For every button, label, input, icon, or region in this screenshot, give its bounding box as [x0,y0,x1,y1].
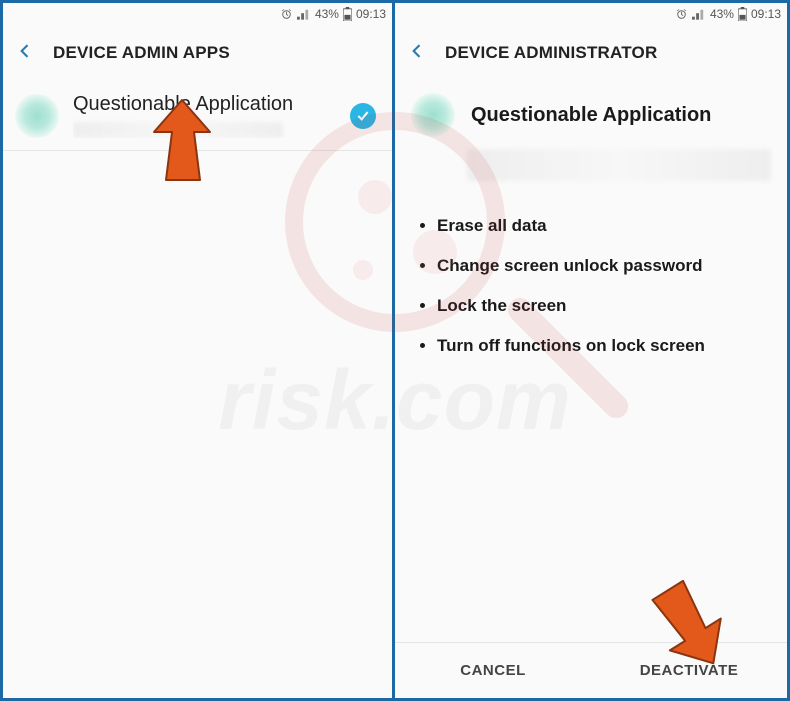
battery-icon [343,7,352,21]
signal-icon [692,8,706,20]
screen-admin-apps: 43% 09:13 DEVICE ADMIN APPS Questionable… [0,0,395,701]
app-description-blurred [467,149,771,181]
cancel-button[interactable]: CANCEL [395,643,591,698]
permission-item: Change screen unlock password [437,255,761,277]
app-icon [411,93,455,137]
status-bar: 43% 09:13 [3,3,392,25]
screen-admin-detail: 43% 09:13 DEVICE ADMINISTRATOR Questiona… [395,0,790,701]
battery-icon [738,7,747,21]
app-name: Questionable Application [73,93,336,116]
status-time: 09:13 [751,7,781,21]
status-bar: 43% 09:13 [395,3,787,25]
permission-item: Turn off functions on lock screen [437,335,761,357]
battery-pct: 43% [710,7,734,21]
button-bar: CANCEL DEACTIVATE [395,642,787,698]
page-title: DEVICE ADMINISTRATOR [445,43,657,63]
checked-icon [350,103,376,129]
app-header: Questionable Application [395,81,787,149]
app-icon [15,94,59,138]
battery-pct: 43% [315,7,339,21]
status-time: 09:13 [356,7,386,21]
signal-icon [297,8,311,20]
alarm-icon [675,8,688,21]
back-icon[interactable] [15,41,35,66]
back-icon[interactable] [407,41,427,66]
header: DEVICE ADMINISTRATOR [395,25,787,81]
page-title: DEVICE ADMIN APPS [53,43,230,63]
header: DEVICE ADMIN APPS [3,25,392,81]
alarm-icon [280,8,293,21]
app-list-item[interactable]: Questionable Application [3,81,392,151]
deactivate-button[interactable]: DEACTIVATE [591,643,787,698]
permission-item: Lock the screen [437,295,761,317]
permission-item: Erase all data [437,215,761,237]
permission-list: Erase all data Change screen unlock pass… [395,189,787,375]
app-subtitle-blurred [73,122,283,138]
app-name: Questionable Application [471,104,711,127]
